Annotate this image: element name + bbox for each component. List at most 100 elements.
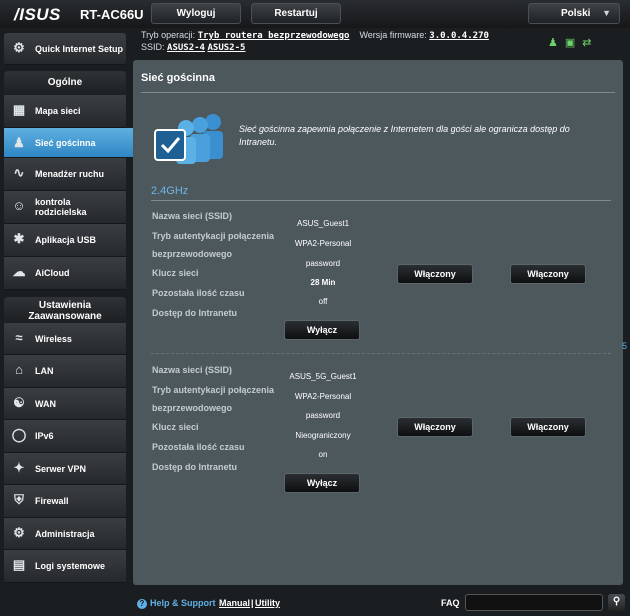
- profile1-disable-button[interactable]: Wyłącz: [284, 320, 360, 340]
- profile1b-intranet-value: on: [318, 450, 328, 459]
- footer: ? Help & Support Manual | Utility FAQ ⚲: [0, 592, 630, 616]
- language-select[interactable]: Polski ▼: [528, 3, 620, 24]
- internet-status-icon[interactable]: ▣: [565, 36, 575, 49]
- aicloud-icon: ☁: [12, 264, 26, 279]
- caret-down-icon: ▼: [602, 8, 611, 18]
- vpn-icon: ✦: [13, 460, 25, 475]
- profile1b-auth-value: WPA2-Personal: [294, 392, 352, 401]
- asus-logo[interactable]: /ISUS: [14, 5, 61, 25]
- guest-network-icon: ♟: [13, 135, 25, 150]
- sidebar-item-aicloud[interactable]: ☁ AiCloud: [4, 257, 126, 290]
- parental-control-icon: ☺: [12, 198, 26, 213]
- key-label: Klucz sieci: [152, 268, 199, 278]
- language-value: Polski: [561, 8, 591, 19]
- general-section-header: Ogólne: [4, 71, 126, 95]
- sidebar-item-traffic-manager[interactable]: ∿ Menadżer ruchu: [4, 158, 126, 191]
- sidebar-item-quick-setup[interactable]: ⚙ Quick Internet Setup: [4, 33, 126, 65]
- title-divider: [141, 92, 615, 93]
- advanced-section-header: Ustawienia Zaawansowane: [4, 297, 126, 323]
- sidebar-item-label: Mapa sieci: [35, 106, 81, 116]
- faq-label: FAQ: [441, 598, 460, 608]
- profile1b-key-value: password: [305, 411, 341, 420]
- profile1-time-value: 28 Min: [310, 278, 336, 287]
- sidebar-item-label: Administracja: [35, 528, 95, 539]
- sidebar: ⚙ Quick Internet Setup Ogólne ▦ Mapa sie…: [4, 33, 141, 583]
- time-label-row2: Pozostała ilość czasu: [152, 442, 245, 452]
- sidebar-item-ipv6[interactable]: ◯ IPv6: [4, 420, 126, 453]
- usb-status-icon[interactable]: ⇄: [582, 36, 591, 49]
- administration-icon: ⚙: [13, 525, 25, 540]
- band-label: 2.4GHz: [151, 185, 189, 197]
- operation-mode-line: Tryb operacji: Tryb routera bezprzewodow…: [141, 30, 489, 41]
- band-divider: [151, 200, 611, 201]
- page-title: Sieć gościnna: [141, 72, 215, 84]
- lan-icon: ⌂: [15, 362, 23, 377]
- profile3-enable-button-1[interactable]: Włączony: [510, 264, 586, 284]
- sidebar-item-label: Wireless: [35, 333, 72, 344]
- quick-setup-icon: ⚙: [13, 40, 25, 55]
- sidebar-item-label: Aplikacja USB: [35, 235, 97, 245]
- logout-button[interactable]: Wyloguj: [151, 3, 241, 24]
- profile1-auth-value: WPA2-Personal: [294, 239, 352, 248]
- firmware-link[interactable]: 3.0.0.4.270: [429, 31, 489, 41]
- sidebar-item-label: Menadżer ruchu: [35, 169, 105, 179]
- profile1-ssid-value: ASUS_Guest1: [296, 219, 350, 228]
- profile2-enable-button-2[interactable]: Włączony: [397, 417, 473, 437]
- usb-app-icon: ✱: [13, 231, 25, 246]
- guest-network-description: Sieć gościnna zapewnia połączenie z Inte…: [239, 124, 570, 147]
- auth-label-2: bezprzewodowego: [152, 249, 233, 259]
- sidebar-item-wan[interactable]: ☯ WAN: [4, 388, 126, 420]
- sidebar-item-lan[interactable]: ⌂ LAN: [4, 355, 126, 388]
- profile3-enable-button-2[interactable]: Włączony: [510, 417, 586, 437]
- ssid-label-row2: Nazwa sieci (SSID): [152, 365, 233, 375]
- restart-button[interactable]: Restartuj: [251, 3, 341, 24]
- edge-fragment: 5: [622, 341, 628, 351]
- sidebar-item-firewall[interactable]: ⛨ Firewall: [4, 485, 126, 518]
- ssid-link-2[interactable]: ASUS2-5: [207, 43, 245, 53]
- sidebar-item-wireless[interactable]: ≈ Wireless: [4, 323, 126, 355]
- status-icons: ♟ ▣ ⇄: [548, 36, 592, 49]
- sidebar-item-usb-app[interactable]: ✱ Aplikacja USB: [4, 224, 126, 257]
- manual-link[interactable]: Manual: [219, 598, 250, 608]
- intranet-label: Dostęp do Intranetu: [152, 308, 237, 318]
- auth-label: Tryb autentykacji połączenia: [152, 231, 275, 241]
- auth-label-2-row2: bezprzewodowego: [152, 403, 233, 413]
- main-panel: Sieć gościnna Sieć gościnna zapewnia poł…: [133, 60, 623, 585]
- sidebar-item-label: LAN: [35, 366, 54, 376]
- row-divider: [151, 353, 611, 354]
- footer-separator: |: [251, 598, 254, 608]
- sidebar-item-administration[interactable]: ⚙ Administracja: [4, 518, 126, 550]
- sidebar-item-label: AiCloud: [35, 268, 70, 278]
- profile1-intranet-value: off: [318, 297, 328, 306]
- system-log-icon: ▤: [12, 557, 26, 572]
- traffic-manager-icon: ∿: [13, 165, 25, 180]
- profile1b-disable-button[interactable]: Wyłącz: [284, 473, 360, 493]
- sidebar-item-label: WAN: [35, 398, 56, 409]
- sidebar-item-network-map[interactable]: ▦ Mapa sieci: [4, 95, 126, 128]
- sidebar-item-label: Firewall: [35, 496, 69, 506]
- intranet-label-row2: Dostęp do Intranetu: [152, 462, 237, 472]
- profile2-enable-button-1[interactable]: Włączony: [397, 264, 473, 284]
- firmware-label: Wersja firmware:: [359, 30, 427, 40]
- client-status-icon[interactable]: ♟: [548, 36, 558, 49]
- guest-network-illustration-icon: [154, 114, 223, 164]
- ssid-link-1[interactable]: ASUS2-4: [167, 43, 205, 53]
- sidebar-item-parental-control[interactable]: ☺ kontrola rodzicielska: [4, 191, 126, 224]
- mode-link[interactable]: Tryb routera bezprzewodowego: [198, 31, 350, 41]
- wireless-icon: ≈: [15, 330, 23, 345]
- sidebar-item-guest-network[interactable]: ♟ Sieć gościnna: [4, 128, 141, 158]
- help-label: Help & Support: [150, 598, 216, 608]
- key-label-row2: Klucz sieci: [152, 422, 199, 432]
- sidebar-item-vpn[interactable]: ✦ Serwer VPN: [4, 453, 126, 485]
- firewall-icon: ⛨: [14, 492, 24, 507]
- sidebar-item-label: IPv6: [35, 431, 54, 441]
- faq-search-input[interactable]: [465, 594, 603, 611]
- profile1b-ssid-value: ASUS_5G_Guest1: [289, 372, 357, 381]
- sidebar-item-label: Sieć gościnna: [35, 137, 96, 148]
- time-label: Pozostała ilość czasu: [152, 288, 245, 298]
- utility-link[interactable]: Utility: [255, 598, 280, 608]
- search-icon[interactable]: ⚲: [608, 594, 625, 611]
- sidebar-item-system-log[interactable]: ▤ Logi systemowe: [4, 550, 126, 583]
- ipv6-icon: ◯: [11, 427, 27, 442]
- help-support-link[interactable]: ? Help & Support: [137, 598, 216, 609]
